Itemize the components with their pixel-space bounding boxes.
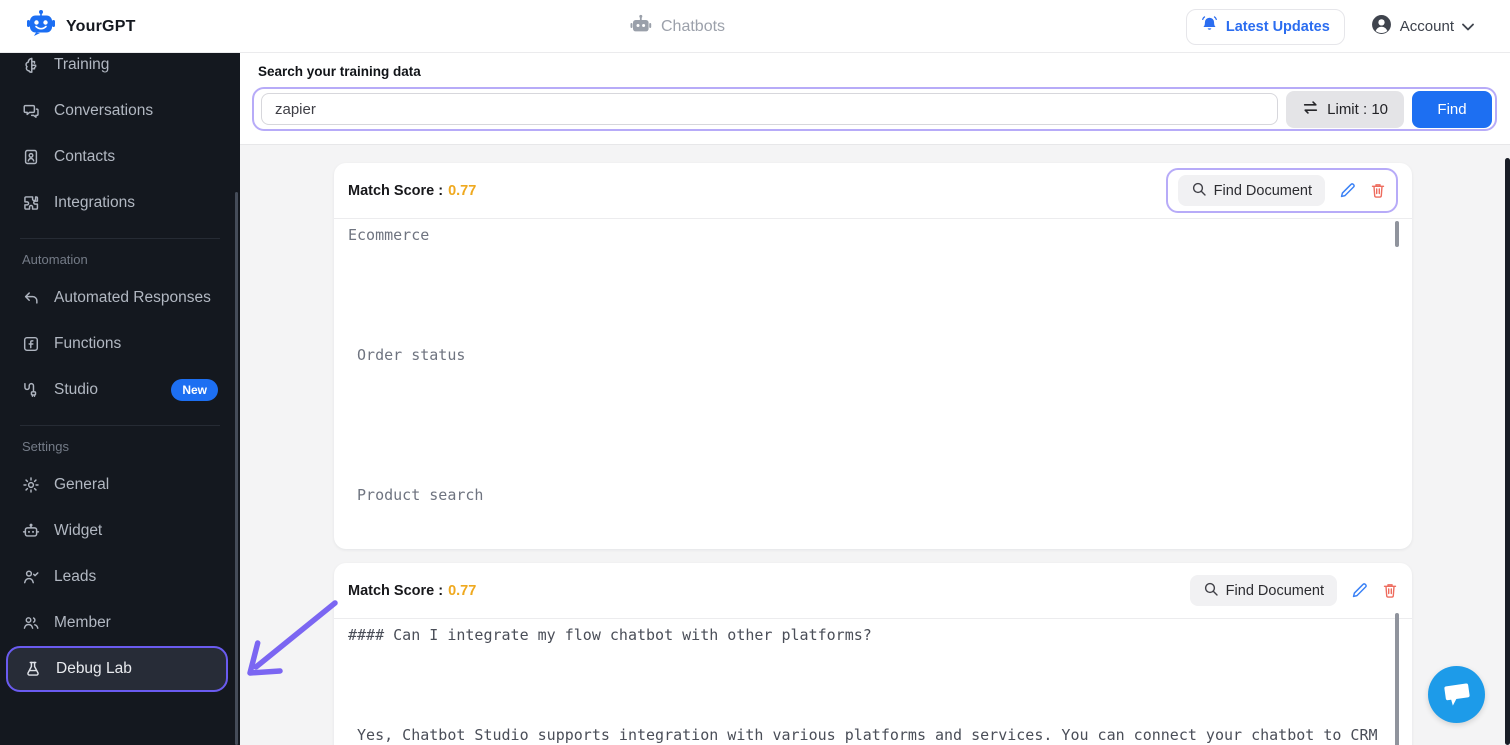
flask-icon — [27, 661, 39, 676]
card-actions: Find Document — [1189, 575, 1398, 606]
chat-widget-launcher[interactable] — [1428, 666, 1485, 723]
bell-icon — [1201, 16, 1218, 37]
function-icon — [23, 336, 39, 352]
new-badge: New — [171, 379, 218, 401]
chunk-scrollbar[interactable] — [1395, 221, 1399, 247]
sidebar-item-label: Integrations — [54, 194, 135, 211]
delete-chunk-button[interactable] — [1382, 582, 1398, 599]
account-avatar-icon — [1371, 14, 1392, 39]
sidebar-divider — [20, 425, 220, 426]
chat-bubbles-icon — [23, 104, 39, 118]
sidebar-scrollbar[interactable] — [235, 192, 238, 745]
chevron-down-icon — [1462, 18, 1474, 35]
yourgpt-logo-robot-icon — [26, 9, 56, 44]
sidebar-item-leads[interactable]: Leads — [0, 554, 240, 600]
sidebar-item-integrations[interactable]: Integrations — [0, 180, 240, 226]
result-card: Match Score :0.77 Find Document — [334, 563, 1412, 745]
magnifier-icon — [1203, 581, 1219, 601]
delete-chunk-button[interactable] — [1370, 182, 1386, 199]
sidebar-item-label: Contacts — [54, 148, 116, 165]
page-context-label: Chatbots — [661, 17, 726, 35]
sidebar-item-label: Training — [54, 56, 110, 73]
find-document-button[interactable]: Find Document — [1177, 175, 1325, 206]
contact-card-icon — [24, 149, 38, 165]
swap-arrows-icon — [1302, 100, 1319, 119]
sidebar-divider — [20, 238, 220, 239]
trash-icon — [1383, 584, 1397, 598]
sidebar-item-label: General — [54, 476, 110, 493]
sidebar-item-automated-responses[interactable]: Automated Responses — [0, 275, 240, 321]
sidebar-section-settings: Settings — [22, 438, 69, 454]
brain-icon — [25, 57, 37, 73]
latest-updates-label: Latest Updates — [1225, 18, 1330, 35]
sidebar-item-label: Conversations — [54, 102, 154, 119]
sidebar-item-widget[interactable]: Widget — [0, 508, 240, 554]
sidebar-item-label: Automated Responses — [54, 289, 211, 306]
page-scrollbar[interactable] — [1505, 158, 1510, 745]
chunk-scrollbar[interactable] — [1395, 613, 1399, 745]
plug-icon — [24, 382, 37, 398]
limit-label: Limit : 10 — [1327, 100, 1388, 118]
match-score-label: Match Score : — [348, 182, 444, 199]
sidebar-item-label: Leads — [54, 568, 97, 585]
match-score-value: 0.77 — [448, 582, 477, 599]
search-input[interactable] — [261, 93, 1279, 125]
match-score-label: Match Score : — [348, 582, 444, 599]
card-actions-focused: Find Document — [1165, 168, 1398, 213]
edit-chunk-button[interactable] — [1351, 582, 1368, 599]
sidebar-section-automation: Automation — [22, 251, 88, 267]
search-section-label: Search your training data — [258, 64, 421, 79]
sidebar-item-label: Widget — [54, 522, 103, 539]
pencil-icon — [1352, 583, 1367, 598]
sidebar-item-label: Member — [54, 614, 111, 631]
chunk-content[interactable]: Ecommerce Order status Product search — [348, 225, 1398, 505]
sidebar-item-training[interactable]: Training — [0, 53, 240, 88]
account-menu[interactable]: Account — [1371, 14, 1474, 39]
search-bar: Limit : 10 Find — [252, 87, 1497, 131]
find-document-label: Find Document — [1225, 582, 1324, 599]
match-score: Match Score :0.77 — [348, 583, 476, 599]
brand-name: YourGPT — [66, 17, 136, 35]
trash-icon — [1371, 184, 1385, 198]
pencil-icon — [1340, 183, 1355, 198]
search-section: Search your training data Limit : 10 Fin… — [240, 53, 1510, 145]
magnifier-icon — [1191, 181, 1207, 201]
sidebar-item-studio[interactable]: Studio New — [0, 367, 240, 413]
sidebar-item-member[interactable]: Member — [0, 600, 240, 646]
sidebar-item-contacts[interactable]: Contacts — [0, 134, 240, 180]
sidebar-item-debug-lab[interactable]: Debug Lab — [6, 646, 228, 692]
robot-head-icon — [22, 523, 40, 537]
top-header: YourGPT Chatbots Latest Updates Account — [0, 0, 1510, 53]
main-content: Search your training data Limit : 10 Fin… — [240, 53, 1510, 745]
sidebar-item-label: Functions — [54, 335, 122, 352]
chatbots-robot-icon — [630, 14, 652, 39]
sidebar-item-functions[interactable]: Functions — [0, 321, 240, 367]
find-document-button[interactable]: Find Document — [1189, 575, 1337, 606]
limit-button[interactable]: Limit : 10 — [1286, 90, 1404, 128]
reply-arrow-icon — [24, 292, 38, 304]
match-score-value: 0.77 — [448, 182, 477, 199]
edit-chunk-button[interactable] — [1339, 182, 1356, 199]
person-check-icon — [23, 570, 39, 584]
gear-icon — [23, 477, 39, 493]
people-icon — [23, 617, 39, 629]
find-document-label: Find Document — [1213, 182, 1312, 199]
page-context-title: Chatbots — [630, 0, 725, 53]
chat-bubble-icon — [1444, 683, 1470, 706]
find-button[interactable]: Find — [1412, 90, 1492, 128]
brand[interactable]: YourGPT — [26, 0, 136, 53]
match-score: Match Score :0.77 — [348, 183, 476, 199]
result-card: Match Score :0.77 Find Document — [334, 163, 1412, 549]
sidebar: Training Conversations Contacts Integrat… — [0, 53, 240, 745]
puzzle-icon — [24, 196, 39, 210]
sidebar-item-label: Debug Lab — [56, 660, 132, 677]
account-label: Account — [1399, 18, 1454, 35]
latest-updates-button[interactable]: Latest Updates — [1185, 8, 1345, 45]
sidebar-item-label: Studio — [54, 381, 98, 398]
chunk-content[interactable]: #### Can I integrate my flow chatbot wit… — [348, 625, 1398, 745]
sidebar-item-conversations[interactable]: Conversations — [0, 88, 240, 134]
sidebar-item-general[interactable]: General — [0, 462, 240, 508]
